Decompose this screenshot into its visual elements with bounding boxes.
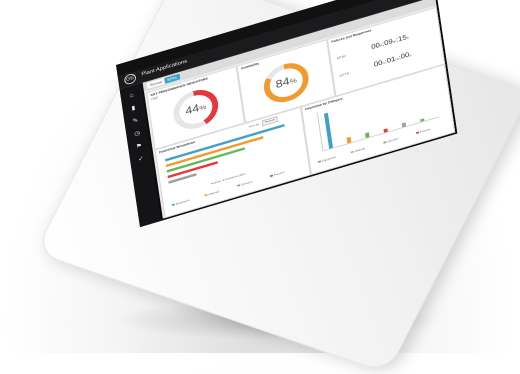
mttr-value: 00h:01m:00s (373, 50, 412, 69)
legend-item: Equipment (171, 198, 190, 207)
clock-icon[interactable]: ◷ (133, 130, 142, 139)
legend-label: Equipment (321, 155, 336, 163)
mttr-label: MTTR (339, 71, 350, 78)
legend-item: Equipment (317, 155, 336, 163)
availability-title: Availability (240, 61, 260, 71)
filter-dropdown[interactable]: Reason (261, 116, 279, 127)
legend-label: Process (273, 170, 285, 177)
legend-item: Material (204, 190, 219, 197)
edit-icon[interactable]: ✎ (131, 117, 140, 126)
filter-label: View By (248, 122, 260, 129)
legend-item: Process (269, 170, 285, 178)
category-bar (383, 128, 388, 133)
legend-item: Operator (237, 180, 253, 188)
category-bar (365, 132, 370, 139)
availability-unit: % (289, 76, 298, 86)
category-bar (324, 113, 334, 149)
flag-icon[interactable]: ⚑ (135, 143, 144, 152)
legend-label: Material (208, 189, 219, 197)
legend-label: Equipment (175, 198, 190, 206)
home-icon[interactable]: ⌂ (127, 92, 136, 101)
legend-label: Material (354, 146, 366, 153)
chart-icon[interactable]: ▮ (129, 104, 138, 113)
legend-item: Process (416, 127, 431, 134)
legend-item: Operator (383, 137, 399, 145)
legend-label: Operator (387, 136, 399, 144)
legend-swatch (383, 141, 387, 144)
legend-item: Material (350, 146, 366, 154)
legend-label: Operator (240, 179, 253, 187)
mtbf-label: MTBF (336, 54, 347, 61)
legend-swatch (317, 160, 322, 163)
mtbf-value: 00h:09m:15s (370, 33, 410, 51)
ge-logo: GE (123, 72, 137, 86)
legend-swatch (269, 174, 274, 178)
legend-swatch (204, 193, 208, 197)
oee-unit: % (198, 103, 207, 113)
legend-swatch (350, 150, 354, 154)
category-bar (420, 118, 425, 122)
legend-swatch (237, 184, 241, 187)
category-bar (401, 122, 407, 128)
legend-swatch (416, 131, 420, 134)
category-bar (346, 136, 352, 144)
legend-swatch (171, 203, 175, 207)
check-icon[interactable]: ✓ (137, 155, 146, 164)
legend-label: Process (419, 127, 431, 134)
kpi-subtitle: OEE (150, 95, 159, 101)
